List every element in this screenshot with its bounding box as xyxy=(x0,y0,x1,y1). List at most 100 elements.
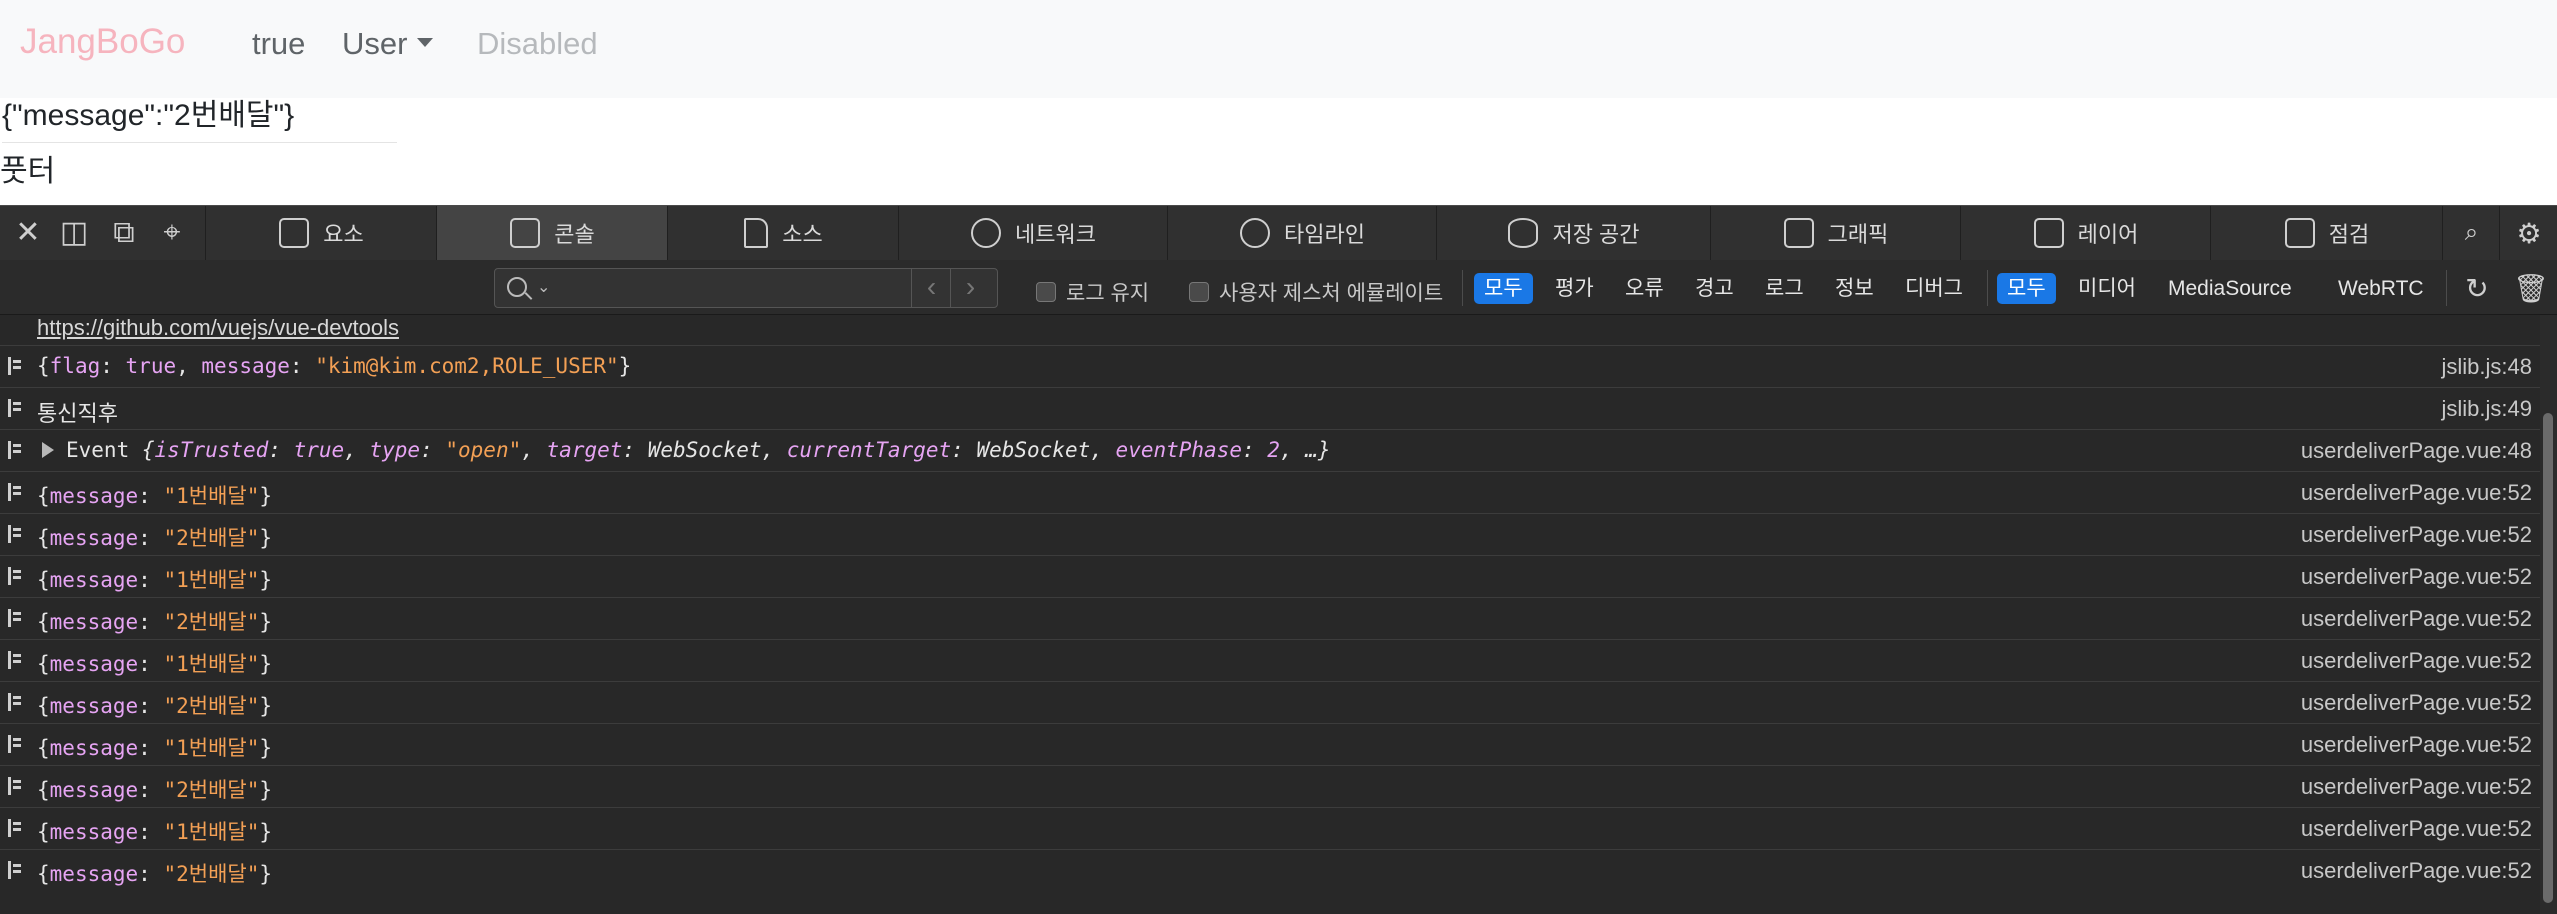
devtools-tab-bar: ✕ ◫ ⧉ ⌖ 요소 콘솔 소스 네트워크 타임라인 저장 공간 그래픽 레이어… xyxy=(0,205,2557,261)
console-scrollbar[interactable] xyxy=(2540,315,2557,914)
object-key: eventPhase xyxy=(1115,438,1242,462)
log-icon xyxy=(8,357,22,375)
console-message[interactable]: Event {isTrusted: true, type: "open", ta… xyxy=(66,438,1331,462)
settings-button[interactable]: ⚙ xyxy=(2499,206,2557,260)
tab-label: 요소 xyxy=(323,222,364,247)
tab-label: 네트워크 xyxy=(1015,222,1096,247)
console-log-area: https://github.com/vuejs/vue-devtools {f… xyxy=(0,315,2540,914)
object-key: currentTarget xyxy=(786,438,952,462)
undock-icon[interactable]: ⧉ xyxy=(106,216,142,250)
source-link[interactable]: userdeliverPage.vue:52 xyxy=(2301,774,2532,800)
devtools-panel: ✕ ◫ ⧉ ⌖ 요소 콘솔 소스 네트워크 타임라인 저장 공간 그래픽 레이어… xyxy=(0,205,2557,914)
source-link[interactable]: userdeliverPage.vue:52 xyxy=(2301,648,2532,674)
source-link[interactable]: jslib.js:49 xyxy=(2442,396,2532,422)
console-message[interactable]: {message: "1번배달"} xyxy=(37,480,272,510)
object-rest: , …} xyxy=(1279,438,1331,462)
message-value: "1번배달" xyxy=(163,568,260,592)
checkbox-box xyxy=(1189,282,1209,302)
brand-link[interactable]: JangBoGo xyxy=(20,22,185,62)
console-filter-search[interactable]: ⌄ ‹ › xyxy=(494,268,998,308)
event-name: Event xyxy=(66,438,130,462)
log-icon xyxy=(8,441,22,459)
tab-sources[interactable]: 소스 xyxy=(667,206,899,260)
filter-all-levels[interactable]: 모두 xyxy=(1474,273,1533,304)
nav-dropdown-user[interactable]: User xyxy=(342,26,434,62)
search-next-button[interactable]: › xyxy=(950,269,990,307)
console-message[interactable]: {message: "2번배달"} xyxy=(37,690,272,720)
console-message[interactable]: {message: "2번배달"} xyxy=(37,522,272,552)
filter-info[interactable]: 정보 xyxy=(1825,273,1884,304)
filter-debug[interactable]: 디버그 xyxy=(1895,273,1973,304)
expand-triangle-icon[interactable] xyxy=(42,442,54,458)
network-icon xyxy=(971,218,1002,248)
tab-elements[interactable]: 요소 xyxy=(205,206,437,260)
console-row: {message: "2번배달"} userdeliverPage.vue:52 xyxy=(0,765,2540,807)
caret-down-icon xyxy=(417,38,434,48)
console-message[interactable]: {message: "1번배달"} xyxy=(37,648,272,678)
element-picker-icon[interactable]: ⌖ xyxy=(154,216,190,250)
footer-text: 풋터 xyxy=(0,155,56,188)
tab-graphics[interactable]: 그래픽 xyxy=(1710,206,1961,260)
console-message[interactable]: {message: "2번배달"} xyxy=(37,774,272,804)
tab-network[interactable]: 네트워크 xyxy=(898,206,1168,260)
filter-media[interactable]: 미디어 xyxy=(2068,273,2146,304)
source-link[interactable]: userdeliverPage.vue:52 xyxy=(2301,858,2532,884)
console-row: {message: "1번배달"} userdeliverPage.vue:52 xyxy=(0,639,2540,681)
console-message[interactable]: {message: "1번배달"} xyxy=(37,816,272,846)
vue-devtools-link[interactable]: https://github.com/vuejs/vue-devtools xyxy=(37,315,399,345)
search-tab-button[interactable]: ⌕ xyxy=(2442,206,2500,260)
console-icon xyxy=(510,218,541,248)
filter-warnings[interactable]: 경고 xyxy=(1685,273,1744,304)
source-link[interactable]: jslib.js:48 xyxy=(2442,354,2532,380)
audit-icon xyxy=(2284,218,2315,248)
console-message[interactable]: {message: "2번배달"} xyxy=(37,858,272,888)
database-icon xyxy=(1508,218,1539,248)
chevron-down-icon: ⌄ xyxy=(537,279,551,296)
dock-side-icon[interactable]: ◫ xyxy=(56,216,92,250)
close-icon[interactable]: ✕ xyxy=(10,216,46,250)
tab-console[interactable]: 콘솔 xyxy=(436,206,668,260)
console-message[interactable]: {message: "2번배달"} xyxy=(37,606,272,636)
filter-all-sources[interactable]: 모두 xyxy=(1997,273,2056,304)
user-gesture-checkbox[interactable]: 사용자 제스처 에뮬레이트 xyxy=(1189,277,1443,307)
source-link[interactable]: userdeliverPage.vue:52 xyxy=(2301,816,2532,842)
filter-mediasource[interactable]: MediaSource xyxy=(2158,273,2302,304)
log-icon xyxy=(8,819,22,837)
source-link[interactable]: userdeliverPage.vue:52 xyxy=(2301,480,2532,506)
filter-errors[interactable]: 오류 xyxy=(1615,273,1674,304)
tab-storage[interactable]: 저장 공간 xyxy=(1436,206,1711,260)
source-link[interactable]: userdeliverPage.vue:52 xyxy=(2301,606,2532,632)
console-row: {flag: true, message: "kim@kim.com2,ROLE… xyxy=(0,345,2540,387)
search-prev-button[interactable]: ‹ xyxy=(911,269,951,307)
source-link[interactable]: userdeliverPage.vue:52 xyxy=(2301,690,2532,716)
console-message[interactable]: {message: "1번배달"} xyxy=(37,564,272,594)
nav-link-true[interactable]: true xyxy=(252,26,305,62)
console-row: {message: "2번배달"} userdeliverPage.vue:52 xyxy=(0,681,2540,723)
tab-layers[interactable]: 레이어 xyxy=(1960,206,2211,260)
response-json-text: {"message":"2번배달"} xyxy=(2,96,397,143)
filter-webrtc[interactable]: WebRTC xyxy=(2328,273,2434,304)
filter-logs[interactable]: 로그 xyxy=(1755,273,1814,304)
trash-icon[interactable]: 🗑 xyxy=(2513,272,2549,306)
console-message[interactable]: {flag: true, message: "kim@kim.com2,ROLE… xyxy=(37,354,631,378)
nav-dropdown-label: User xyxy=(342,26,408,61)
log-icon xyxy=(8,567,22,585)
source-link[interactable]: userdeliverPage.vue:48 xyxy=(2301,438,2532,464)
checkbox-box xyxy=(1036,282,1056,302)
console-message[interactable]: {message: "1번배달"} xyxy=(37,732,272,762)
reload-icon[interactable]: ↻ xyxy=(2460,272,2494,306)
source-link[interactable]: userdeliverPage.vue:52 xyxy=(2301,564,2532,590)
object-value: true xyxy=(293,438,345,462)
message-value: "2번배달" xyxy=(163,526,260,550)
tab-timeline[interactable]: 타임라인 xyxy=(1167,206,1437,260)
console-row: {message: "2번배달"} userdeliverPage.vue:52 xyxy=(0,513,2540,555)
log-icon xyxy=(8,777,22,795)
filter-evaluations[interactable]: 평가 xyxy=(1545,273,1604,304)
console-row: Event {isTrusted: true, type: "open", ta… xyxy=(0,429,2540,471)
source-link[interactable]: userdeliverPage.vue:52 xyxy=(2301,522,2532,548)
console-row: {message: "2번배달"} userdeliverPage.vue:52 xyxy=(0,849,2540,891)
preserve-log-checkbox[interactable]: 로그 유지 xyxy=(1036,277,1149,307)
source-link[interactable]: userdeliverPage.vue:52 xyxy=(2301,732,2532,758)
scrollbar-thumb[interactable] xyxy=(2543,413,2553,903)
tab-audit[interactable]: 점검 xyxy=(2210,206,2443,260)
